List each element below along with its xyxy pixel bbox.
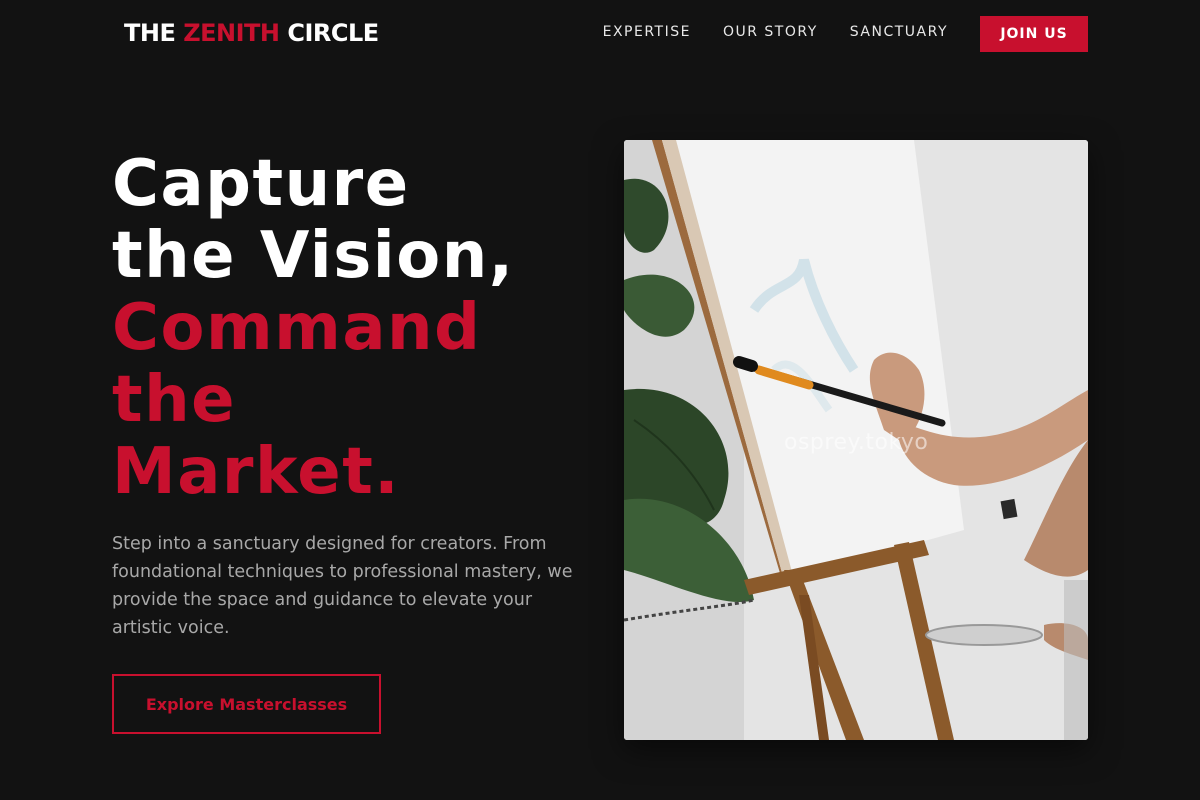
brand-logo[interactable]: THE ZENITH CIRCLE bbox=[124, 19, 379, 47]
hero-image-painter-at-easel: osprey.tokyo bbox=[624, 140, 1088, 740]
hero-description: Step into a sanctuary designed for creat… bbox=[112, 534, 573, 638]
explore-masterclasses-button[interactable]: Explore Masterclasses bbox=[112, 674, 381, 734]
image-watermark: osprey.tokyo bbox=[784, 430, 929, 455]
headline-line-the: the bbox=[112, 363, 237, 437]
headline-line-the-vision: the Vision, bbox=[112, 219, 515, 293]
logo-text-the: THE bbox=[124, 19, 184, 47]
join-us-button[interactable]: JOIN US bbox=[980, 16, 1088, 52]
logo-text-circle: CIRCLE bbox=[279, 19, 379, 47]
headline-line-market: Market. bbox=[112, 435, 401, 509]
logo-text-zenith: ZENITH bbox=[183, 19, 280, 47]
top-navigation: THE ZENITH CIRCLE EXPERTISE OUR STORY SA… bbox=[0, 0, 1200, 68]
nav-link-expertise[interactable]: EXPERTISE bbox=[603, 24, 691, 40]
nav-link-sanctuary[interactable]: SANCTUARY bbox=[850, 24, 948, 40]
nav-links: EXPERTISE OUR STORY SANCTUARY bbox=[603, 24, 948, 40]
headline-line-command: Command bbox=[112, 291, 482, 365]
hero-headline: Capture the Vision, Command the Market. bbox=[112, 148, 582, 508]
headline-line-capture: Capture bbox=[112, 147, 410, 221]
nav-link-our-story[interactable]: OUR STORY bbox=[723, 24, 818, 40]
